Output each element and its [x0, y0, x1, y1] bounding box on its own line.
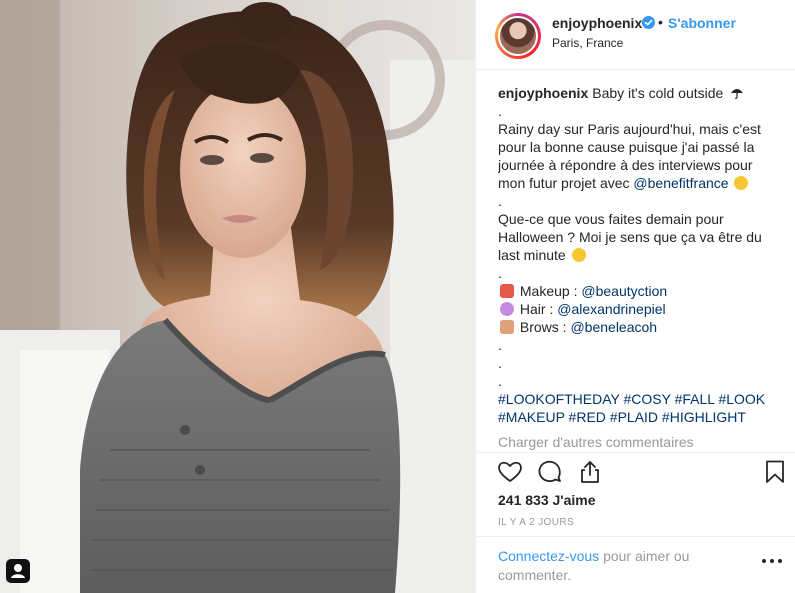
caption-first-line: enjoyphoenix Baby it's cold outside [498, 84, 782, 102]
caption-line: . [498, 355, 502, 371]
more-options-icon[interactable] [762, 559, 782, 567]
caption-text: mon futur projet avec [498, 175, 630, 191]
action-bar [476, 452, 795, 492]
share-icon[interactable] [576, 458, 604, 486]
mention-link[interactable]: @benefitfrance [633, 175, 728, 191]
lipstick-emoji-icon [500, 284, 514, 298]
caption-line-emoji: last minute [498, 246, 782, 264]
username[interactable]: enjoyphoenix [552, 15, 642, 31]
caption-line: . [498, 103, 502, 119]
caption-line: Halloween ? Moi je sens que ça va être d… [498, 229, 762, 245]
post-header: enjoyphoenix • S'abonner Paris, France [476, 0, 795, 70]
sweat-smile-emoji-icon [571, 248, 586, 262]
caption-credit-hair: Hair : @alexandrinepiel [498, 300, 782, 318]
caption-line: Que-ce que vous faites demain pour [498, 211, 724, 227]
caption: enjoyphoenix Baby it's cold outside . Rai… [498, 84, 782, 450]
follow-button[interactable]: S'abonner [668, 15, 736, 31]
login-link[interactable]: Connectez-vous [498, 548, 599, 564]
umbrella-icon [731, 89, 744, 99]
credit-label: Makeup : [519, 283, 578, 299]
location-link[interactable]: Paris, France [552, 36, 623, 50]
comment-icon[interactable] [536, 458, 564, 486]
post-sidebar: enjoyphoenix • S'abonner Paris, France e… [475, 0, 795, 593]
login-prompt: Connectez-vous pour aimer ou commenter. [498, 547, 738, 585]
instagram-post: enjoyphoenix • S'abonner Paris, France e… [0, 0, 795, 593]
mention-link[interactable]: @beautyction [581, 283, 667, 299]
hashtag-links[interactable]: #MAKEUP #RED #PLAID #HIGHLIGHT [498, 409, 746, 425]
hashtags-line: #MAKEUP #RED #PLAID #HIGHLIGHT [498, 408, 782, 426]
caption-author[interactable]: enjoyphoenix [498, 85, 588, 101]
comment-section: Connectez-vous pour aimer ou commenter. [476, 536, 795, 593]
caption-credit-makeup: Makeup : @beautyction [498, 282, 782, 300]
portrait-image [0, 0, 475, 593]
bookmark-icon[interactable] [761, 458, 789, 486]
caption-title: Baby it's cold outside [592, 85, 724, 101]
hashtag-links[interactable]: #LOOKOFTHEDAY #COSY #FALL #LOOK [498, 391, 765, 407]
heart-eyes-emoji-icon [734, 176, 749, 190]
user-tag-icon[interactable] [6, 559, 30, 583]
post-timestamp[interactable]: IL Y A 2 JOURS [498, 517, 574, 528]
caption-line-mention: mon futur projet avec @benefitfrance [498, 174, 782, 192]
nail-polish-emoji-icon [500, 320, 514, 334]
post-photo[interactable] [0, 0, 475, 593]
hashtags-line: #LOOKOFTHEDAY #COSY #FALL #LOOK [498, 390, 782, 408]
load-more-comments-button[interactable]: Charger d'autres commentaires [498, 434, 694, 450]
caption-text: last minute [498, 247, 566, 263]
caption-line: . [498, 337, 502, 353]
caption-credit-brows: Brows : @beneleacoh [498, 318, 782, 336]
caption-line: pour la bonne cause puisque j'ai passé l… [498, 139, 755, 155]
mention-link[interactable]: @alexandrinepiel [557, 301, 665, 317]
likes-count[interactable]: 241 833 J'aime [498, 492, 596, 508]
caption-line: . [498, 373, 502, 389]
caption-line: . [498, 265, 502, 281]
verified-badge-icon [642, 16, 655, 29]
avatar-story-ring[interactable] [495, 13, 541, 59]
heart-icon[interactable] [496, 458, 524, 486]
credit-label: Hair : [519, 301, 554, 317]
caption-line: . [498, 193, 502, 209]
credit-label: Brows : [519, 319, 567, 335]
caption-line: journée à répondre à des interviews pour [498, 157, 753, 173]
header-separator: • [658, 14, 663, 30]
haircut-emoji-icon [500, 302, 514, 316]
mention-link[interactable]: @beneleacoh [570, 319, 657, 335]
caption-line: Rainy day sur Paris aujourd'hui, mais c'… [498, 121, 761, 137]
avatar[interactable] [498, 16, 538, 56]
